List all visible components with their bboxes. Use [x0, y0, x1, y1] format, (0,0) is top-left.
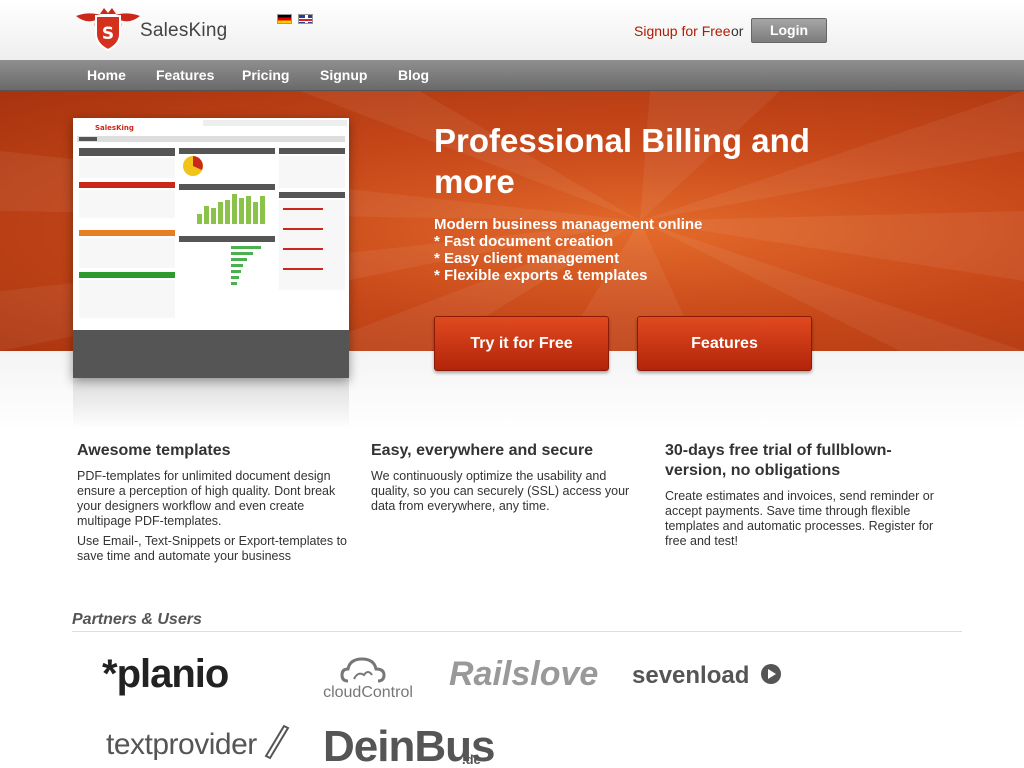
feature-heading: 30-days free trial of fullblown-version,… [665, 442, 892, 479]
login-button[interactable]: Login [751, 18, 827, 43]
planio-logo[interactable]: *planio [102, 652, 229, 697]
svg-text:SalesKing: SalesKing [95, 124, 134, 132]
app-screenshot-content: SalesKing [73, 118, 349, 330]
textprovider-logo[interactable]: textprovider [106, 728, 257, 762]
partners-divider [72, 631, 962, 632]
nav-features[interactable]: Features [156, 67, 214, 83]
nav-pricing[interactable]: Pricing [242, 67, 289, 83]
cloudcontrol-label: cloudControl [323, 684, 413, 701]
try-for-free-button[interactable]: Try it for Free [434, 316, 609, 371]
hero-title: Professional Billing and more [434, 122, 810, 200]
brand-name: SalesKing [140, 20, 228, 41]
feature-text: PDF-templates for unlimited document des… [77, 469, 336, 528]
partners-title: Partners & Users [72, 611, 202, 628]
hero-bullet: * Easy client management [434, 250, 620, 267]
app-screenshot: SalesKing [73, 118, 349, 378]
nav-home[interactable]: Home [87, 67, 126, 83]
app-screenshot-footer [73, 330, 349, 378]
cloud-icon [340, 657, 386, 683]
feature-trial: 30-days free trial of fullblown-version,… [665, 441, 945, 549]
cloudcontrol-logo[interactable]: cloudControl [318, 651, 418, 706]
hero-bullet: * Flexible exports & templates [434, 267, 648, 284]
nav-signup[interactable]: Signup [320, 67, 367, 83]
feature-text: Create estimates and invoices, send remi… [665, 489, 934, 548]
hero-bullets: Modern business management online * Fast… [434, 216, 854, 284]
features-button[interactable]: Features [637, 316, 812, 371]
nav-blog[interactable]: Blog [398, 67, 429, 83]
play-icon [761, 664, 781, 684]
feature-text: We continuously optimize the usability a… [371, 469, 630, 513]
or-text: or [731, 23, 744, 39]
uk-flag-icon[interactable] [298, 14, 313, 24]
svg-text:S: S [102, 24, 114, 44]
german-flag-icon[interactable] [277, 14, 292, 24]
sevenload-logo[interactable]: sevenload [632, 662, 749, 690]
feature-templates: Awesome templates PDF-templates for unli… [77, 441, 352, 564]
feature-text: Use Email-, Text-Snippets or Export-temp… [77, 534, 348, 563]
site-header: S SalesKing Signup for Free or Login [0, 0, 1024, 60]
feature-heading: Awesome templates [77, 442, 231, 459]
signup-link[interactable]: Signup for Free [634, 23, 731, 39]
hero-bullet: * Fast document creation [434, 233, 614, 250]
railslove-logo[interactable]: Railslove [449, 655, 598, 694]
pen-icon [264, 724, 290, 760]
app-screenshot-reflection [73, 378, 349, 428]
hero-bullet: Modern business management online [434, 216, 703, 233]
feature-heading: Easy, everywhere and secure [371, 442, 594, 459]
deinbus-tld: .de [462, 752, 481, 767]
main-nav: Home Features Pricing Signup Blog [0, 60, 1024, 91]
feature-secure: Easy, everywhere and secure We continuou… [371, 441, 631, 514]
